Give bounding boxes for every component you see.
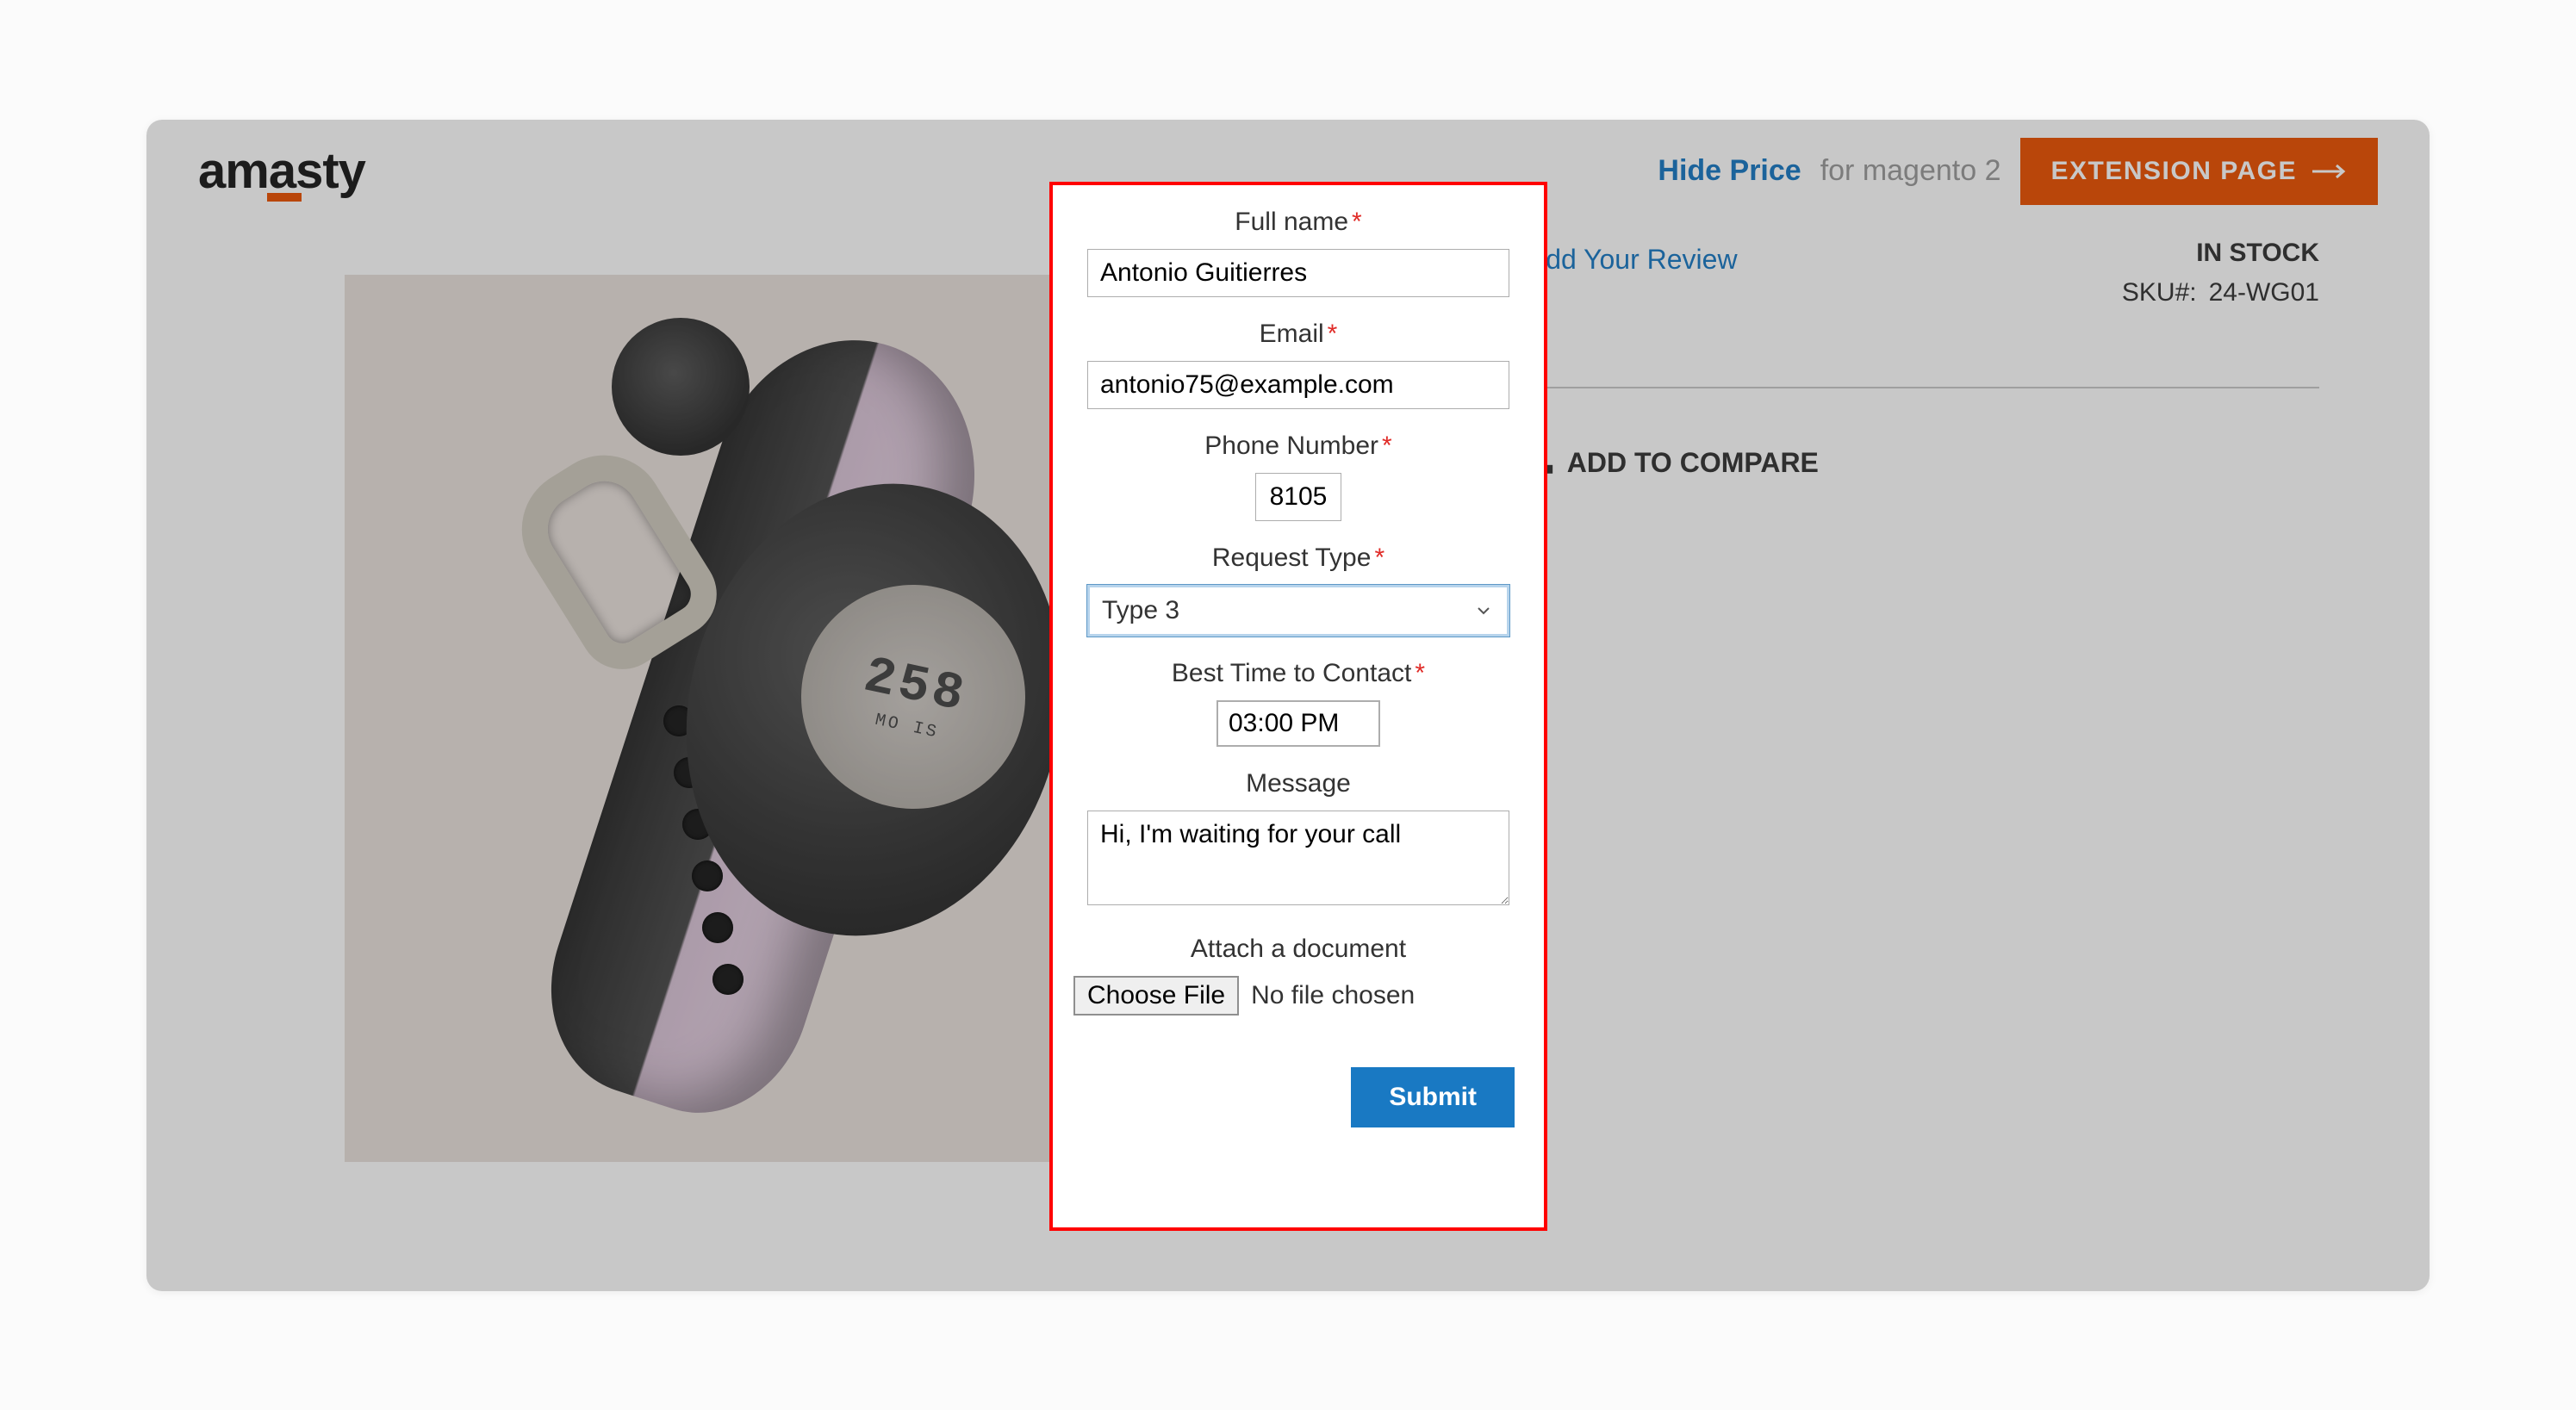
extension-page-button-label: EXTENSION PAGE (2051, 157, 2298, 186)
required-mark: * (1328, 320, 1338, 348)
email-input[interactable] (1087, 361, 1509, 409)
request-type-select-wrap: Type 3 (1087, 585, 1509, 637)
file-row: Choose File No file chosen (1073, 976, 1523, 1016)
attach-label: Attach a document (1073, 935, 1523, 964)
field-email: Email* (1073, 320, 1523, 409)
strap-hole (692, 860, 723, 891)
sku-row: SKU#: 24-WG01 (2122, 278, 2319, 307)
brand-logo-accent (267, 193, 302, 202)
add-to-compare-link[interactable]: ADD TO COMPARE (1526, 447, 1819, 479)
message-textarea[interactable] (1087, 811, 1509, 905)
submit-button[interactable]: Submit (1351, 1067, 1515, 1127)
email-label: Email* (1073, 320, 1523, 349)
field-full-name: Full name* (1073, 208, 1523, 297)
compare-label: ADD TO COMPARE (1567, 447, 1819, 479)
product-image: 258 MO IS (345, 275, 1120, 1162)
strap-hole (702, 912, 733, 943)
phone-label: Phone Number* (1073, 432, 1523, 461)
sku-value: 24-WG01 (2209, 278, 2319, 307)
submit-row: Submit (1073, 1067, 1523, 1127)
message-label: Message (1073, 769, 1523, 798)
field-request-type: Request Type* Type 3 (1073, 544, 1523, 637)
required-mark: * (1382, 432, 1392, 460)
arrow-right-icon (2312, 164, 2347, 179)
add-review-link[interactable]: Add Your Review (1528, 244, 1738, 276)
stock-status: IN STOCK (2122, 239, 2319, 268)
request-type-select[interactable]: Type 3 (1087, 585, 1509, 637)
brand-logo: amasty (198, 146, 365, 196)
contact-form-modal: Full name* Email* Phone Number* Request … (1053, 185, 1544, 1227)
extension-page-button[interactable]: EXTENSION PAGE (2020, 138, 2379, 205)
header-right: Hide Price for magento 2 EXTENSION PAGE (1658, 138, 2378, 205)
field-phone: Phone Number* (1073, 432, 1523, 521)
field-best-time: Best Time to Contact* (1073, 659, 1523, 747)
hide-price-label: Hide Price (1658, 154, 1801, 188)
best-time-label: Best Time to Contact* (1073, 659, 1523, 688)
choose-file-button[interactable]: Choose File (1073, 976, 1239, 1016)
strap-hole (712, 964, 744, 995)
request-type-label: Request Type* (1073, 544, 1523, 573)
required-mark: * (1415, 659, 1425, 687)
for-magento-label: for magento 2 (1820, 154, 2001, 188)
field-message: Message (1073, 769, 1523, 912)
sku-label: SKU#: (2122, 278, 2197, 307)
full-name-input[interactable] (1087, 249, 1509, 297)
phone-input[interactable] (1255, 473, 1341, 521)
field-attach: Attach a document Choose File No file ch… (1073, 935, 1523, 1016)
best-time-input[interactable] (1216, 700, 1380, 747)
required-mark: * (1352, 208, 1362, 236)
watch-strap-loop (612, 318, 750, 456)
file-chosen-status: No file chosen (1251, 981, 1415, 1010)
stock-column: IN STOCK SKU#: 24-WG01 (2122, 239, 2319, 307)
app-window: amasty Hide Price for magento 2 EXTENSIO… (146, 120, 2430, 1291)
full-name-label: Full name* (1073, 208, 1523, 237)
required-mark: * (1374, 544, 1384, 572)
brand-logo-text: amasty (198, 143, 365, 199)
